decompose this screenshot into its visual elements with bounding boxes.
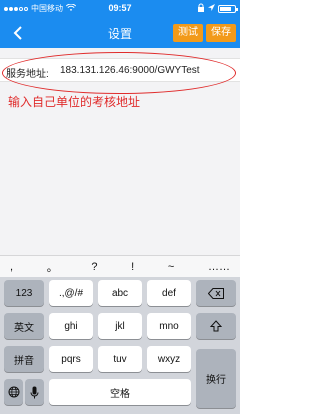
server-address-row: 服务地址: 183.131.126.46:9000/GWYTest [0, 58, 240, 82]
battery-icon [218, 4, 238, 13]
save-button[interactable]: 保存 [206, 24, 236, 42]
key-tuv[interactable]: tuv [98, 346, 142, 372]
key-label: abc [111, 287, 129, 299]
key-mno[interactable]: mno [147, 313, 191, 339]
server-address-input[interactable]: 183.131.126.46:9000/GWYTest [60, 65, 200, 76]
key-label: wxyz [157, 353, 181, 365]
key-pqrs[interactable]: pqrs [49, 346, 93, 372]
punctuation-bar: , 。 ? ! ~ …… [0, 255, 240, 277]
keyboard-row-1: 123 .,@/# abc def [0, 280, 240, 308]
shift-button[interactable] [196, 313, 236, 339]
key-abc[interactable]: abc [98, 280, 142, 306]
punct-question[interactable]: ? [91, 261, 97, 273]
test-button[interactable]: 测试 [173, 24, 203, 42]
key-label: 空格 [110, 388, 130, 400]
key-label: mno [159, 320, 179, 332]
key-label: 123 [15, 287, 33, 299]
key-jkl[interactable]: jkl [98, 313, 142, 339]
globe-button[interactable] [4, 379, 23, 405]
punct-comma[interactable]: , [10, 261, 13, 273]
punct-exclaim[interactable]: ! [131, 261, 134, 273]
key-pinyin[interactable]: 拼音 [4, 346, 44, 372]
key-def[interactable]: def [147, 280, 191, 306]
key-label: 英文 [14, 322, 34, 334]
key-english[interactable]: 英文 [4, 313, 44, 339]
punct-ellipsis[interactable]: …… [208, 261, 230, 273]
key-label: ghi [64, 320, 78, 332]
punct-tilde[interactable]: ~ [168, 261, 174, 273]
key-label: .,@/# [58, 287, 84, 299]
shift-icon [210, 320, 222, 332]
annotation-text: 输入自己单位的考核地址 [8, 95, 141, 109]
key-123[interactable]: 123 [4, 280, 44, 306]
keyboard-row-2: 英文 ghi jkl mno [0, 313, 240, 341]
nav-actions: 测试 保存 [173, 24, 236, 42]
globe-icon [8, 386, 19, 398]
key-label: jkl [115, 320, 125, 332]
backspace-button[interactable] [196, 280, 236, 306]
keyboard-row-4: 空格 [0, 379, 240, 407]
key-ghi[interactable]: ghi [49, 313, 93, 339]
nav-bar: 设置 测试 保存 [0, 18, 240, 48]
key-label: pqrs [61, 353, 81, 365]
space-button[interactable]: 空格 [49, 379, 191, 405]
status-bar: 中国移动 09:57 [0, 0, 240, 18]
key-punct[interactable]: .,@/# [49, 280, 93, 306]
backspace-icon [208, 287, 224, 299]
settings-content: 服务地址: 183.131.126.46:9000/GWYTest 输入自己单位… [0, 48, 240, 255]
lock-icon [197, 3, 205, 14]
key-label: def [162, 287, 176, 299]
key-label: 拼音 [14, 355, 34, 367]
status-right [197, 3, 238, 14]
server-address-label: 服务地址: [6, 69, 49, 80]
key-wxyz[interactable]: wxyz [147, 346, 191, 372]
location-icon [208, 3, 215, 14]
microphone-button[interactable] [25, 379, 44, 405]
keyboard: 123 .,@/# abc def 英文 ghi jkl mno 拼音 pqrs… [0, 277, 240, 414]
battery-fill [220, 6, 232, 11]
punct-period[interactable]: 。 [47, 259, 58, 275]
key-label: tuv [113, 353, 127, 365]
microphone-icon [30, 386, 39, 398]
